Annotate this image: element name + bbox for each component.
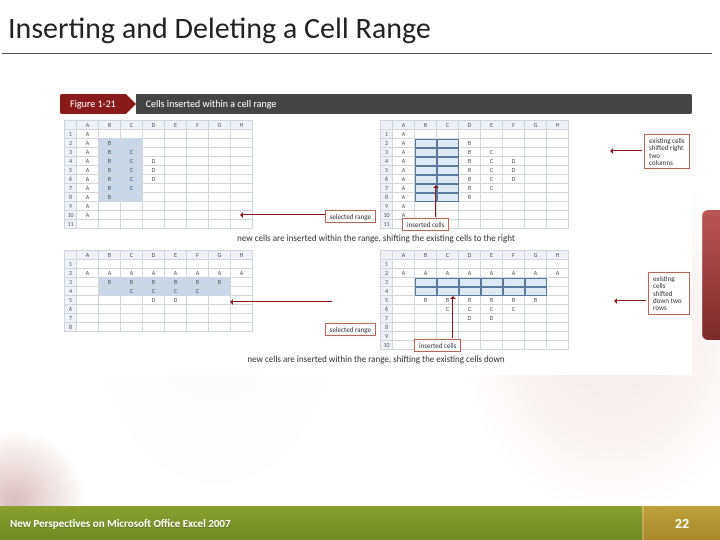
callout-inserted-2: inserted cells bbox=[414, 339, 461, 352]
page-number: 22 bbox=[642, 506, 720, 540]
side-tab-decor bbox=[702, 210, 720, 340]
caption-row-2: new cells are inserted within the range,… bbox=[64, 352, 688, 369]
sheet-bottom-left: ABCDEFGH12AAAAAAAA3BBBBBB4CCCC5DD678 sel… bbox=[64, 250, 372, 350]
callout-inserted-1: inserted cells bbox=[402, 218, 449, 231]
callout-selected-range-1: selected range bbox=[325, 210, 376, 223]
figure-arrow bbox=[126, 94, 136, 114]
figure-container: Figure 1-21 Cells inserted within a cell… bbox=[60, 94, 692, 375]
figure-title: Cells inserted within a cell range bbox=[136, 94, 692, 114]
sheet-top-right: ABCDEFGH1A2AB3ABC4ABCD5ABCD6ABCD7ABC8AB9… bbox=[380, 120, 688, 229]
callout-shift-down: existing cells shifted down two rows bbox=[648, 272, 690, 315]
callout-shift-right: existing cells shifted right two columns bbox=[644, 134, 690, 169]
sheet-top-left: ABCDEFGH1A2AB3ABC4ABCD5ABCD6ABCD7ABC8AB9… bbox=[64, 120, 372, 229]
arrow-shift-down bbox=[616, 300, 646, 301]
figure-grid: ABCDEFGH1A2AB3ABC4ABCD5ABCD6ABCD7ABC8AB9… bbox=[60, 114, 692, 375]
footer-text: New Perspectives on Microsoft Office Exc… bbox=[0, 506, 642, 540]
arrow-shift-right bbox=[612, 150, 642, 151]
caption-row-1: new cells are inserted within the range,… bbox=[64, 231, 688, 248]
sheet-bottom-right: ABCDEFGH12AAAAAAAA345BBBBBB6CCCC7DD8910 … bbox=[380, 250, 688, 350]
figure-number: Figure 1-21 bbox=[60, 94, 126, 114]
arrow-selected-1 bbox=[242, 214, 332, 215]
callout-selected-range-2: selected range bbox=[325, 323, 376, 336]
arrow-inserted-2 bbox=[452, 298, 453, 338]
figure-header: Figure 1-21 Cells inserted within a cell… bbox=[60, 94, 692, 114]
arrow-selected-2 bbox=[232, 301, 332, 302]
slide-title: Inserting and Deleting a Cell Range bbox=[2, 0, 712, 54]
footer-bar: New Perspectives on Microsoft Office Exc… bbox=[0, 506, 720, 540]
arrow-inserted-1 bbox=[435, 187, 436, 217]
